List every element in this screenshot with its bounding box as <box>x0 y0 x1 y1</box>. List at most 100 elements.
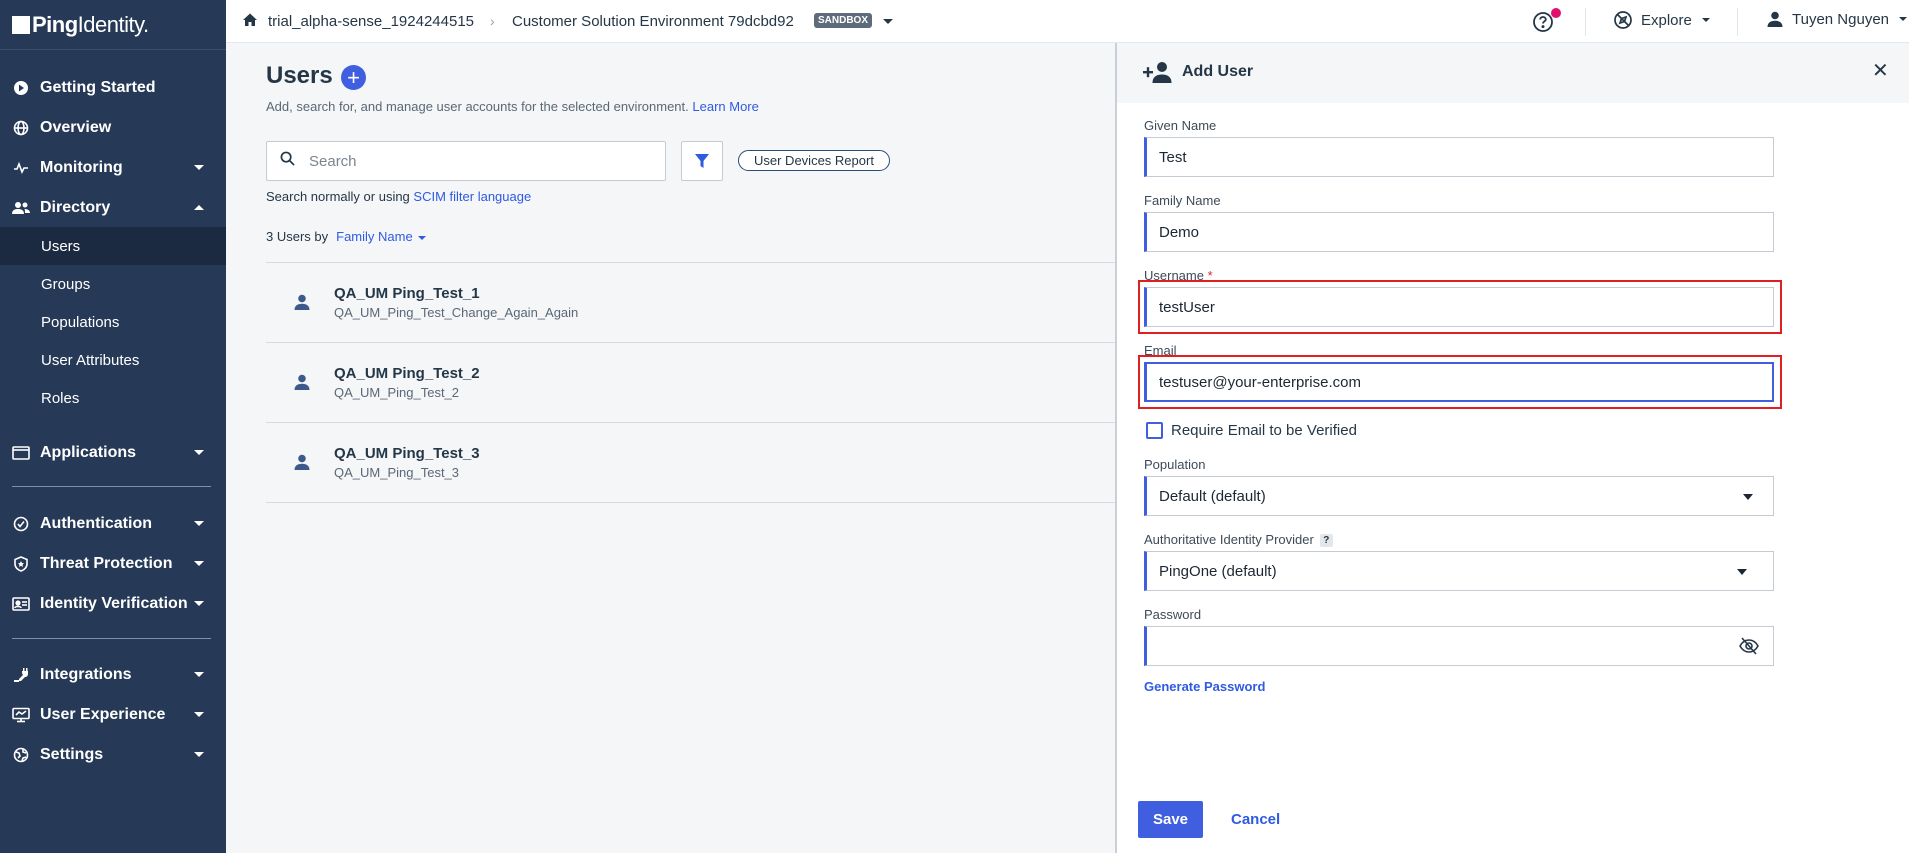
sidebar: PingIdentity. Getting Started Overview M… <box>0 0 226 853</box>
sort-dropdown[interactable]: Family Name <box>336 229 426 244</box>
chevron-down-icon <box>194 712 204 717</box>
family-name-label: Family Name <box>1144 193 1221 208</box>
idp-help-icon[interactable]: ? <box>1319 534 1333 548</box>
username-field[interactable] <box>1144 287 1774 327</box>
list-divider <box>266 502 1116 503</box>
sidebar-item-threat-protection[interactable]: Threat Protection <box>0 545 226 583</box>
filter-button[interactable] <box>681 141 723 181</box>
chevron-down-icon <box>1743 494 1753 500</box>
sidebar-item-directory[interactable]: Directory <box>0 189 226 227</box>
sidebar-item-label: Directory <box>40 199 111 216</box>
given-name-label: Given Name <box>1144 118 1217 133</box>
email-input[interactable] <box>1159 373 1739 391</box>
play-icon <box>12 79 30 97</box>
chevron-down-icon <box>194 165 204 170</box>
idp-value: PingOne (default) <box>1159 562 1277 580</box>
logo-text-bold: Ping <box>32 11 78 37</box>
sidebar-item-label: Integrations <box>40 666 132 683</box>
password-field[interactable] <box>1144 626 1774 666</box>
user-icon <box>1766 10 1784 28</box>
cancel-button[interactable]: Cancel <box>1231 811 1280 828</box>
logo-text-light: Identity. <box>77 11 149 37</box>
require-email-verified-label: Require Email to be Verified <box>1171 422 1357 439</box>
add-user-button[interactable]: + <box>341 65 366 90</box>
chevron-down-icon <box>194 450 204 455</box>
password-input[interactable] <box>1159 637 1739 655</box>
sidebar-sub-roles[interactable]: Roles <box>0 379 226 417</box>
page-title: Users <box>266 62 333 89</box>
save-button[interactable]: Save <box>1138 801 1203 838</box>
population-value: Default (default) <box>1159 487 1266 505</box>
sidebar-item-authentication[interactable]: Authentication <box>0 505 226 543</box>
eye-slash-icon[interactable] <box>1739 637 1759 660</box>
chevron-down-icon <box>194 601 204 606</box>
generate-password-link[interactable]: Generate Password <box>1144 679 1265 694</box>
chevron-down-icon <box>417 235 426 240</box>
explore-label: Explore <box>1641 11 1692 29</box>
user-name: QA_UM Ping_Test_3 <box>334 445 480 462</box>
sidebar-sub-groups[interactable]: Groups <box>0 265 226 303</box>
sidebar-item-integrations[interactable]: Integrations <box>0 656 226 694</box>
scim-filter-link[interactable]: SCIM filter language <box>413 189 531 204</box>
sidebar-item-overview[interactable]: Overview <box>0 109 226 147</box>
given-name-field[interactable] <box>1144 137 1774 177</box>
chevron-down-icon <box>194 672 204 677</box>
idp-select[interactable]: PingOne (default) <box>1144 551 1774 591</box>
sidebar-divider <box>12 638 211 639</box>
people-icon <box>12 199 30 217</box>
close-icon[interactable]: ✕ <box>1872 61 1889 81</box>
user-row[interactable]: QA_UM Ping_Test_2 QA_UM_Ping_Test_2 <box>266 343 1116 422</box>
logo-square-icon <box>12 15 30 34</box>
add-user-icon <box>1143 60 1173 89</box>
notification-dot <box>1551 8 1561 18</box>
window-icon <box>12 444 30 462</box>
given-name-input[interactable] <box>1159 148 1739 166</box>
user-avatar-icon <box>293 293 311 316</box>
home-icon[interactable] <box>242 12 258 33</box>
chevron-down-icon <box>1899 17 1908 21</box>
user-menu[interactable]: Tuyen Nguyen <box>1766 10 1908 28</box>
sidebar-item-applications[interactable]: Applications <box>0 434 226 472</box>
sidebar-item-user-experience[interactable]: User Experience <box>0 696 226 734</box>
learn-more-link[interactable]: Learn More <box>692 99 758 114</box>
sidebar-item-label: Authentication <box>40 515 152 532</box>
check-circle-icon <box>12 515 30 533</box>
family-name-field[interactable] <box>1144 212 1774 252</box>
population-select[interactable]: Default (default) <box>1144 476 1774 516</box>
sidebar-sub-populations[interactable]: Populations <box>0 303 226 341</box>
sidebar-item-label: Monitoring <box>40 159 123 176</box>
sidebar-sub-users[interactable]: Users <box>0 227 226 265</box>
sidebar-item-monitoring[interactable]: Monitoring <box>0 149 226 187</box>
user-row[interactable]: QA_UM Ping_Test_1 QA_UM_Ping_Test_Change… <box>266 263 1116 342</box>
sidebar-sub-user-attributes[interactable]: User Attributes <box>0 341 226 379</box>
family-name-input[interactable] <box>1159 223 1739 241</box>
sidebar-item-getting-started[interactable]: Getting Started <box>0 69 226 107</box>
sandbox-badge: SANDBOX <box>814 13 873 28</box>
sidebar-item-settings[interactable]: Settings <box>0 736 226 774</box>
user-username: QA_UM_Ping_Test_3 <box>334 465 460 480</box>
user-devices-report-button[interactable]: User Devices Report <box>738 150 890 171</box>
require-email-verified-checkbox[interactable] <box>1146 422 1163 439</box>
breadcrumb-chevron-right-icon: › <box>490 13 495 29</box>
sidebar-item-label: Overview <box>40 119 112 136</box>
explore-menu[interactable]: Explore <box>1613 10 1710 30</box>
username-input[interactable] <box>1159 298 1739 316</box>
ping-identity-logo[interactable]: PingIdentity. <box>0 0 226 50</box>
sidebar-item-label: Applications <box>40 444 137 461</box>
header-divider <box>1737 8 1738 36</box>
chevron-down-icon <box>1701 18 1710 22</box>
chevron-down-icon <box>194 521 204 526</box>
breadcrumb-environment[interactable]: Customer Solution Environment 79dcbd92 <box>512 13 794 30</box>
breadcrumb-organization[interactable]: trial_alpha-sense_1924244515 <box>268 13 474 30</box>
population-label: Population <box>1144 457 1206 472</box>
environment-dropdown-chevron-icon[interactable] <box>883 19 893 24</box>
email-field[interactable] <box>1144 362 1774 402</box>
sidebar-item-label: Getting Started <box>40 79 156 96</box>
user-name: Tuyen Nguyen <box>1792 10 1890 28</box>
sidebar-item-identity-verification[interactable]: Identity Verification <box>0 585 226 623</box>
user-username: QA_UM_Ping_Test_2 <box>334 385 460 400</box>
search-input[interactable] <box>309 152 639 170</box>
user-row[interactable]: QA_UM Ping_Test_3 QA_UM_Ping_Test_3 <box>266 423 1116 502</box>
chevron-down-icon <box>194 752 204 757</box>
user-avatar-icon <box>293 373 311 396</box>
